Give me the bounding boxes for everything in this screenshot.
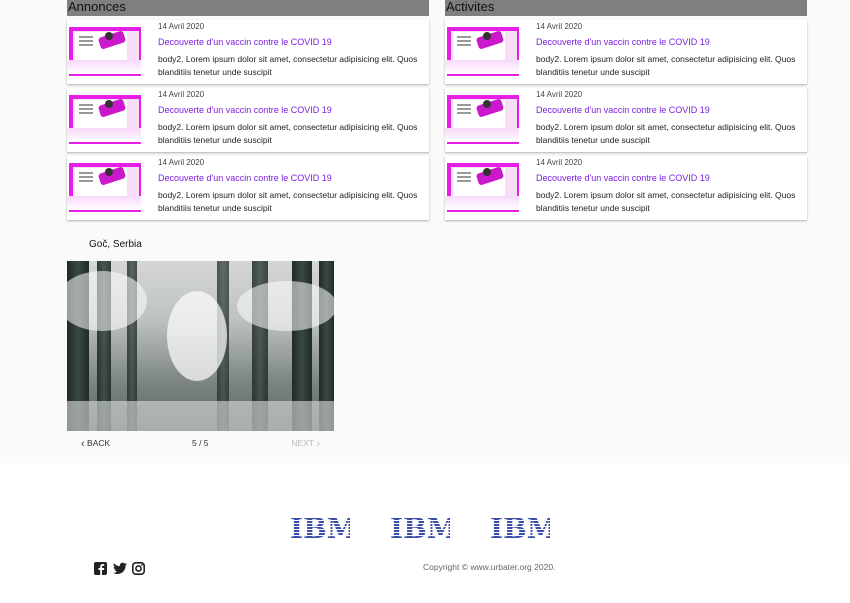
ibm-logo[interactable]: IBM	[390, 512, 458, 545]
next-button[interactable]: NEXT ›	[291, 438, 320, 450]
activites-header: Activites	[445, 0, 807, 16]
chevron-left-icon: ‹	[81, 438, 85, 450]
annonce-card[interactable]: 14 Avril 2020 Decouverte d'un vaccin con…	[67, 20, 429, 84]
card-date: 14 Avril 2020	[158, 22, 205, 31]
card-title[interactable]: Decouverte d'un vaccin contre le COVID 1…	[536, 105, 710, 115]
card-thumbnail	[67, 92, 141, 144]
facebook-icon[interactable]	[94, 562, 107, 578]
ibm-logo-text: IBM	[390, 512, 450, 542]
ibm-logo-text: IBM	[490, 512, 550, 542]
card-body: body2. Lorem ipsum dolor sit amet, conse…	[536, 190, 796, 213]
card-date: 14 Avril 2020	[536, 90, 583, 99]
slide-image[interactable]	[67, 261, 334, 431]
card-title[interactable]: Decouverte d'un vaccin contre le COVID 1…	[158, 105, 332, 115]
ibm-logo[interactable]: IBM	[290, 512, 358, 545]
card-title[interactable]: Decouverte d'un vaccin contre le COVID 1…	[536, 37, 710, 47]
card-body: body2. Lorem ipsum dolor sit amet, conse…	[158, 190, 418, 213]
card-thumbnail	[445, 160, 519, 212]
card-thumbnail	[67, 160, 141, 212]
card-thumbnail	[445, 24, 519, 76]
card-date: 14 Avril 2020	[536, 22, 583, 31]
card-title[interactable]: Decouverte d'un vaccin contre le COVID 1…	[536, 173, 710, 183]
card-date: 14 Avril 2020	[158, 158, 205, 167]
chevron-right-icon: ›	[316, 438, 320, 450]
activite-card[interactable]: 14 Avril 2020 Decouverte d'un vaccin con…	[445, 20, 807, 84]
annonces-panel: Annonces 14 Avril 2020 Decouverte d'un v…	[67, 0, 429, 220]
annonce-card[interactable]: 14 Avril 2020 Decouverte d'un vaccin con…	[67, 156, 429, 220]
card-body: body2. Lorem ipsum dolor sit amet, conse…	[536, 122, 796, 145]
card-title[interactable]: Decouverte d'un vaccin contre le COVID 1…	[158, 173, 332, 183]
ibm-logo-icon: IBM	[390, 512, 458, 545]
back-button[interactable]: ‹ BACK	[81, 438, 110, 450]
card-body: body2. Lorem ipsum dolor sit amet, conse…	[158, 122, 418, 145]
card-body: body2. Lorem ipsum dolor sit amet, conse…	[536, 54, 796, 77]
footer: IBM IBM IBM Copyright © www.urbater.org …	[0, 463, 850, 603]
slide-caption: Goč, Serbia	[89, 239, 142, 250]
ibm-logo-icon: IBM	[290, 512, 358, 545]
card-date: 14 Avril 2020	[158, 90, 205, 99]
next-label: NEXT	[291, 438, 314, 448]
card-date: 14 Avril 2020	[536, 158, 583, 167]
annonce-card[interactable]: 14 Avril 2020 Decouverte d'un vaccin con…	[67, 88, 429, 152]
card-body: body2. Lorem ipsum dolor sit amet, conse…	[158, 54, 418, 77]
slider-nav: ‹ BACK 5 / 5 NEXT ›	[67, 438, 334, 454]
back-label: BACK	[87, 438, 111, 448]
card-thumbnail	[67, 24, 141, 76]
activite-card[interactable]: 14 Avril 2020 Decouverte d'un vaccin con…	[445, 156, 807, 220]
card-thumbnail	[445, 92, 519, 144]
activites-panel: Activites 14 Avril 2020 Decouverte d'un …	[445, 0, 807, 220]
activite-card[interactable]: 14 Avril 2020 Decouverte d'un vaccin con…	[445, 88, 807, 152]
slide-counter: 5 / 5	[192, 438, 209, 448]
ibm-logo-icon: IBM	[490, 512, 558, 545]
ibm-logo[interactable]: IBM	[490, 512, 558, 545]
twitter-icon[interactable]	[113, 562, 127, 578]
card-title[interactable]: Decouverte d'un vaccin contre le COVID 1…	[158, 37, 332, 47]
instagram-icon[interactable]	[132, 562, 145, 578]
annonces-header: Annonces	[67, 0, 429, 16]
ibm-logo-text: IBM	[290, 512, 350, 542]
copyright-text: Copyright © www.urbater.org 2020.	[423, 562, 556, 572]
